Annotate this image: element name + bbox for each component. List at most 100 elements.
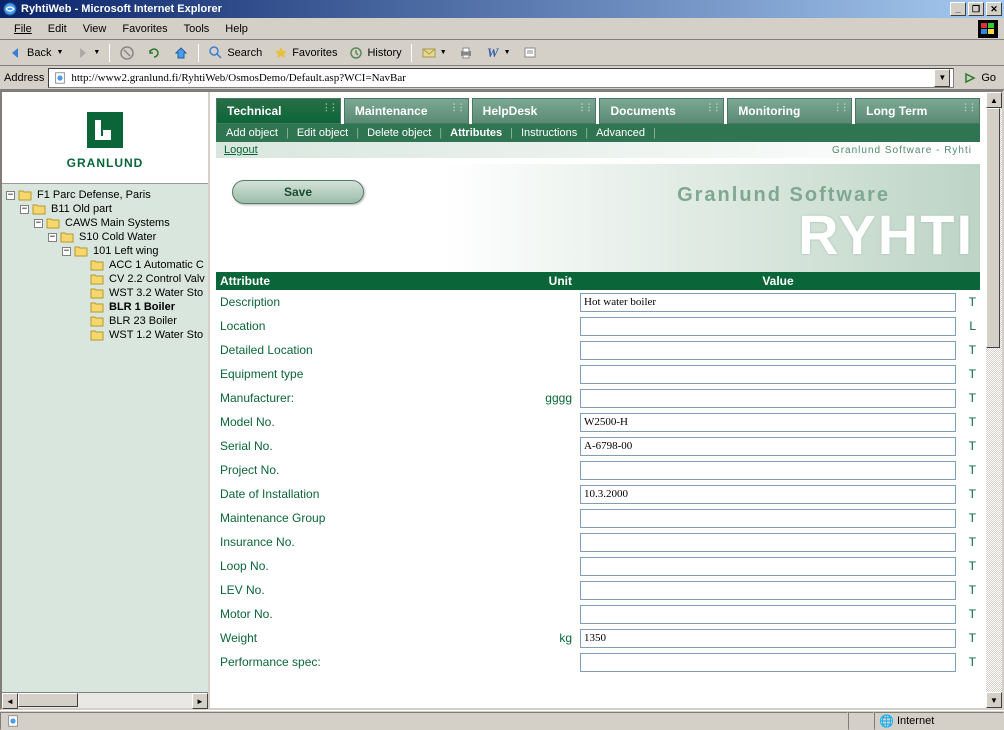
attr-value-input[interactable]	[580, 581, 956, 600]
logout-link[interactable]: Logout	[224, 144, 258, 156]
tab-technical[interactable]: Technical	[216, 98, 341, 124]
attr-value-input[interactable]	[580, 437, 956, 456]
tree-node-cv22[interactable]: CV 2.2 Control Valv	[2, 272, 208, 286]
scroll-left-button[interactable]: ◄	[2, 693, 18, 709]
tree-node-wst12[interactable]: WST 1.2 Water Sto	[2, 328, 208, 342]
attr-flag[interactable]: L	[956, 319, 976, 333]
attr-value-input[interactable]	[580, 317, 956, 336]
attr-value-input[interactable]	[580, 293, 956, 312]
menu-help[interactable]: Help	[217, 21, 256, 37]
discuss-button[interactable]	[518, 42, 542, 64]
menu-file[interactable]: File	[6, 21, 40, 37]
collapse-icon[interactable]: −	[48, 233, 57, 242]
favorites-icon	[273, 45, 289, 61]
address-dropdown-button[interactable]: ▼	[934, 69, 950, 87]
attr-value-input[interactable]	[580, 365, 956, 384]
tree-horizontal-scrollbar[interactable]: ◄ ►	[2, 692, 208, 708]
scroll-up-button[interactable]: ▲	[986, 92, 1002, 108]
submenu-advanced[interactable]: Advanced	[596, 127, 645, 139]
tab-longterm[interactable]: Long Term	[855, 98, 980, 124]
attr-flag[interactable]: T	[956, 391, 976, 405]
home-button[interactable]	[169, 42, 193, 64]
tree-node-caws[interactable]: −CAWS Main Systems	[2, 216, 208, 230]
attr-label: Equipment type	[220, 367, 540, 381]
tab-documents[interactable]: Documents	[599, 98, 724, 124]
attr-value-input[interactable]	[580, 389, 956, 408]
tree-node-wst32[interactable]: WST 3.2 Water Sto	[2, 286, 208, 300]
collapse-icon[interactable]: −	[6, 191, 15, 200]
tree-node-101[interactable]: −101 Left wing	[2, 244, 208, 258]
attr-flag[interactable]: T	[956, 559, 976, 573]
attr-label: Detailed Location	[220, 343, 540, 357]
attr-flag[interactable]: T	[956, 415, 976, 429]
attr-flag[interactable]: T	[956, 655, 976, 669]
attr-flag[interactable]: T	[956, 607, 976, 621]
tree-node-s10[interactable]: −S10 Cold Water	[2, 230, 208, 244]
submenu-instructions[interactable]: Instructions	[521, 127, 577, 139]
attr-value-input[interactable]	[580, 629, 956, 648]
attr-value-input[interactable]	[580, 341, 956, 360]
attr-flag[interactable]: T	[956, 487, 976, 501]
scroll-right-button[interactable]: ►	[192, 693, 208, 709]
folder-open-icon	[18, 189, 32, 201]
refresh-button[interactable]	[142, 42, 166, 64]
edit-button[interactable]: W▼	[481, 42, 515, 64]
menu-tools[interactable]: Tools	[176, 21, 218, 37]
address-input[interactable]	[71, 72, 931, 84]
attr-flag[interactable]: T	[956, 463, 976, 477]
attr-value-input[interactable]	[580, 557, 956, 576]
menu-view[interactable]: View	[75, 21, 115, 37]
attr-flag[interactable]: T	[956, 511, 976, 525]
attr-value-input[interactable]	[580, 533, 956, 552]
scroll-thumb[interactable]	[986, 108, 1000, 348]
attr-value-input[interactable]	[580, 605, 956, 624]
search-button[interactable]: Search	[204, 42, 266, 64]
attr-flag[interactable]: T	[956, 439, 976, 453]
submenu-edit[interactable]: Edit object	[297, 127, 348, 139]
mail-button[interactable]: ▼	[417, 42, 451, 64]
restore-button[interactable]: ❐	[968, 2, 984, 16]
tree-node-b11[interactable]: −B11 Old part	[2, 202, 208, 216]
tree-node-acc1[interactable]: ACC 1 Automatic C	[2, 258, 208, 272]
tree-node-blr1[interactable]: BLR 1 Boiler	[2, 300, 208, 314]
attr-flag[interactable]: T	[956, 367, 976, 381]
tree-node-f1[interactable]: −F1 Parc Defense, Paris	[2, 188, 208, 202]
submenu-add[interactable]: Add object	[226, 127, 278, 139]
scroll-down-button[interactable]: ▼	[986, 692, 1002, 708]
vertical-scrollbar[interactable]: ▲ ▼	[986, 92, 1002, 708]
menu-edit[interactable]: Edit	[40, 21, 75, 37]
attr-value-input[interactable]	[580, 653, 956, 672]
history-button[interactable]: History	[344, 42, 405, 64]
attr-label: Performance spec:	[220, 655, 540, 669]
attr-value-input[interactable]	[580, 509, 956, 528]
stop-button[interactable]	[115, 42, 139, 64]
collapse-icon[interactable]: −	[20, 205, 29, 214]
scroll-thumb[interactable]	[18, 693, 78, 707]
attr-value-input[interactable]	[580, 485, 956, 504]
attr-flag[interactable]: T	[956, 535, 976, 549]
forward-button[interactable]: ▼	[70, 42, 104, 64]
tab-maintenance[interactable]: Maintenance	[344, 98, 469, 124]
collapse-icon[interactable]: −	[34, 219, 43, 228]
submenu-delete[interactable]: Delete object	[367, 127, 431, 139]
tab-helpdesk[interactable]: HelpDesk	[472, 98, 597, 124]
minimize-button[interactable]: _	[950, 2, 966, 16]
attr-flag[interactable]: T	[956, 583, 976, 597]
back-button[interactable]: Back ▼	[4, 42, 67, 64]
menu-favorites[interactable]: Favorites	[114, 21, 175, 37]
attr-flag[interactable]: T	[956, 343, 976, 357]
attr-flag[interactable]: T	[956, 631, 976, 645]
attr-value-input[interactable]	[580, 413, 956, 432]
collapse-icon[interactable]: −	[62, 247, 71, 256]
attr-value-input[interactable]	[580, 461, 956, 480]
tree-node-blr23[interactable]: BLR 23 Boiler	[2, 314, 208, 328]
attr-flag[interactable]: T	[956, 295, 976, 309]
header-attribute: Attribute	[220, 274, 540, 288]
tab-monitoring[interactable]: Monitoring	[727, 98, 852, 124]
go-button[interactable]: Go	[958, 70, 1000, 86]
print-button[interactable]	[454, 42, 478, 64]
save-button[interactable]: Save	[232, 180, 364, 204]
close-button[interactable]: ✕	[986, 2, 1002, 16]
favorites-button[interactable]: Favorites	[269, 42, 341, 64]
submenu-attributes[interactable]: Attributes	[450, 127, 502, 139]
